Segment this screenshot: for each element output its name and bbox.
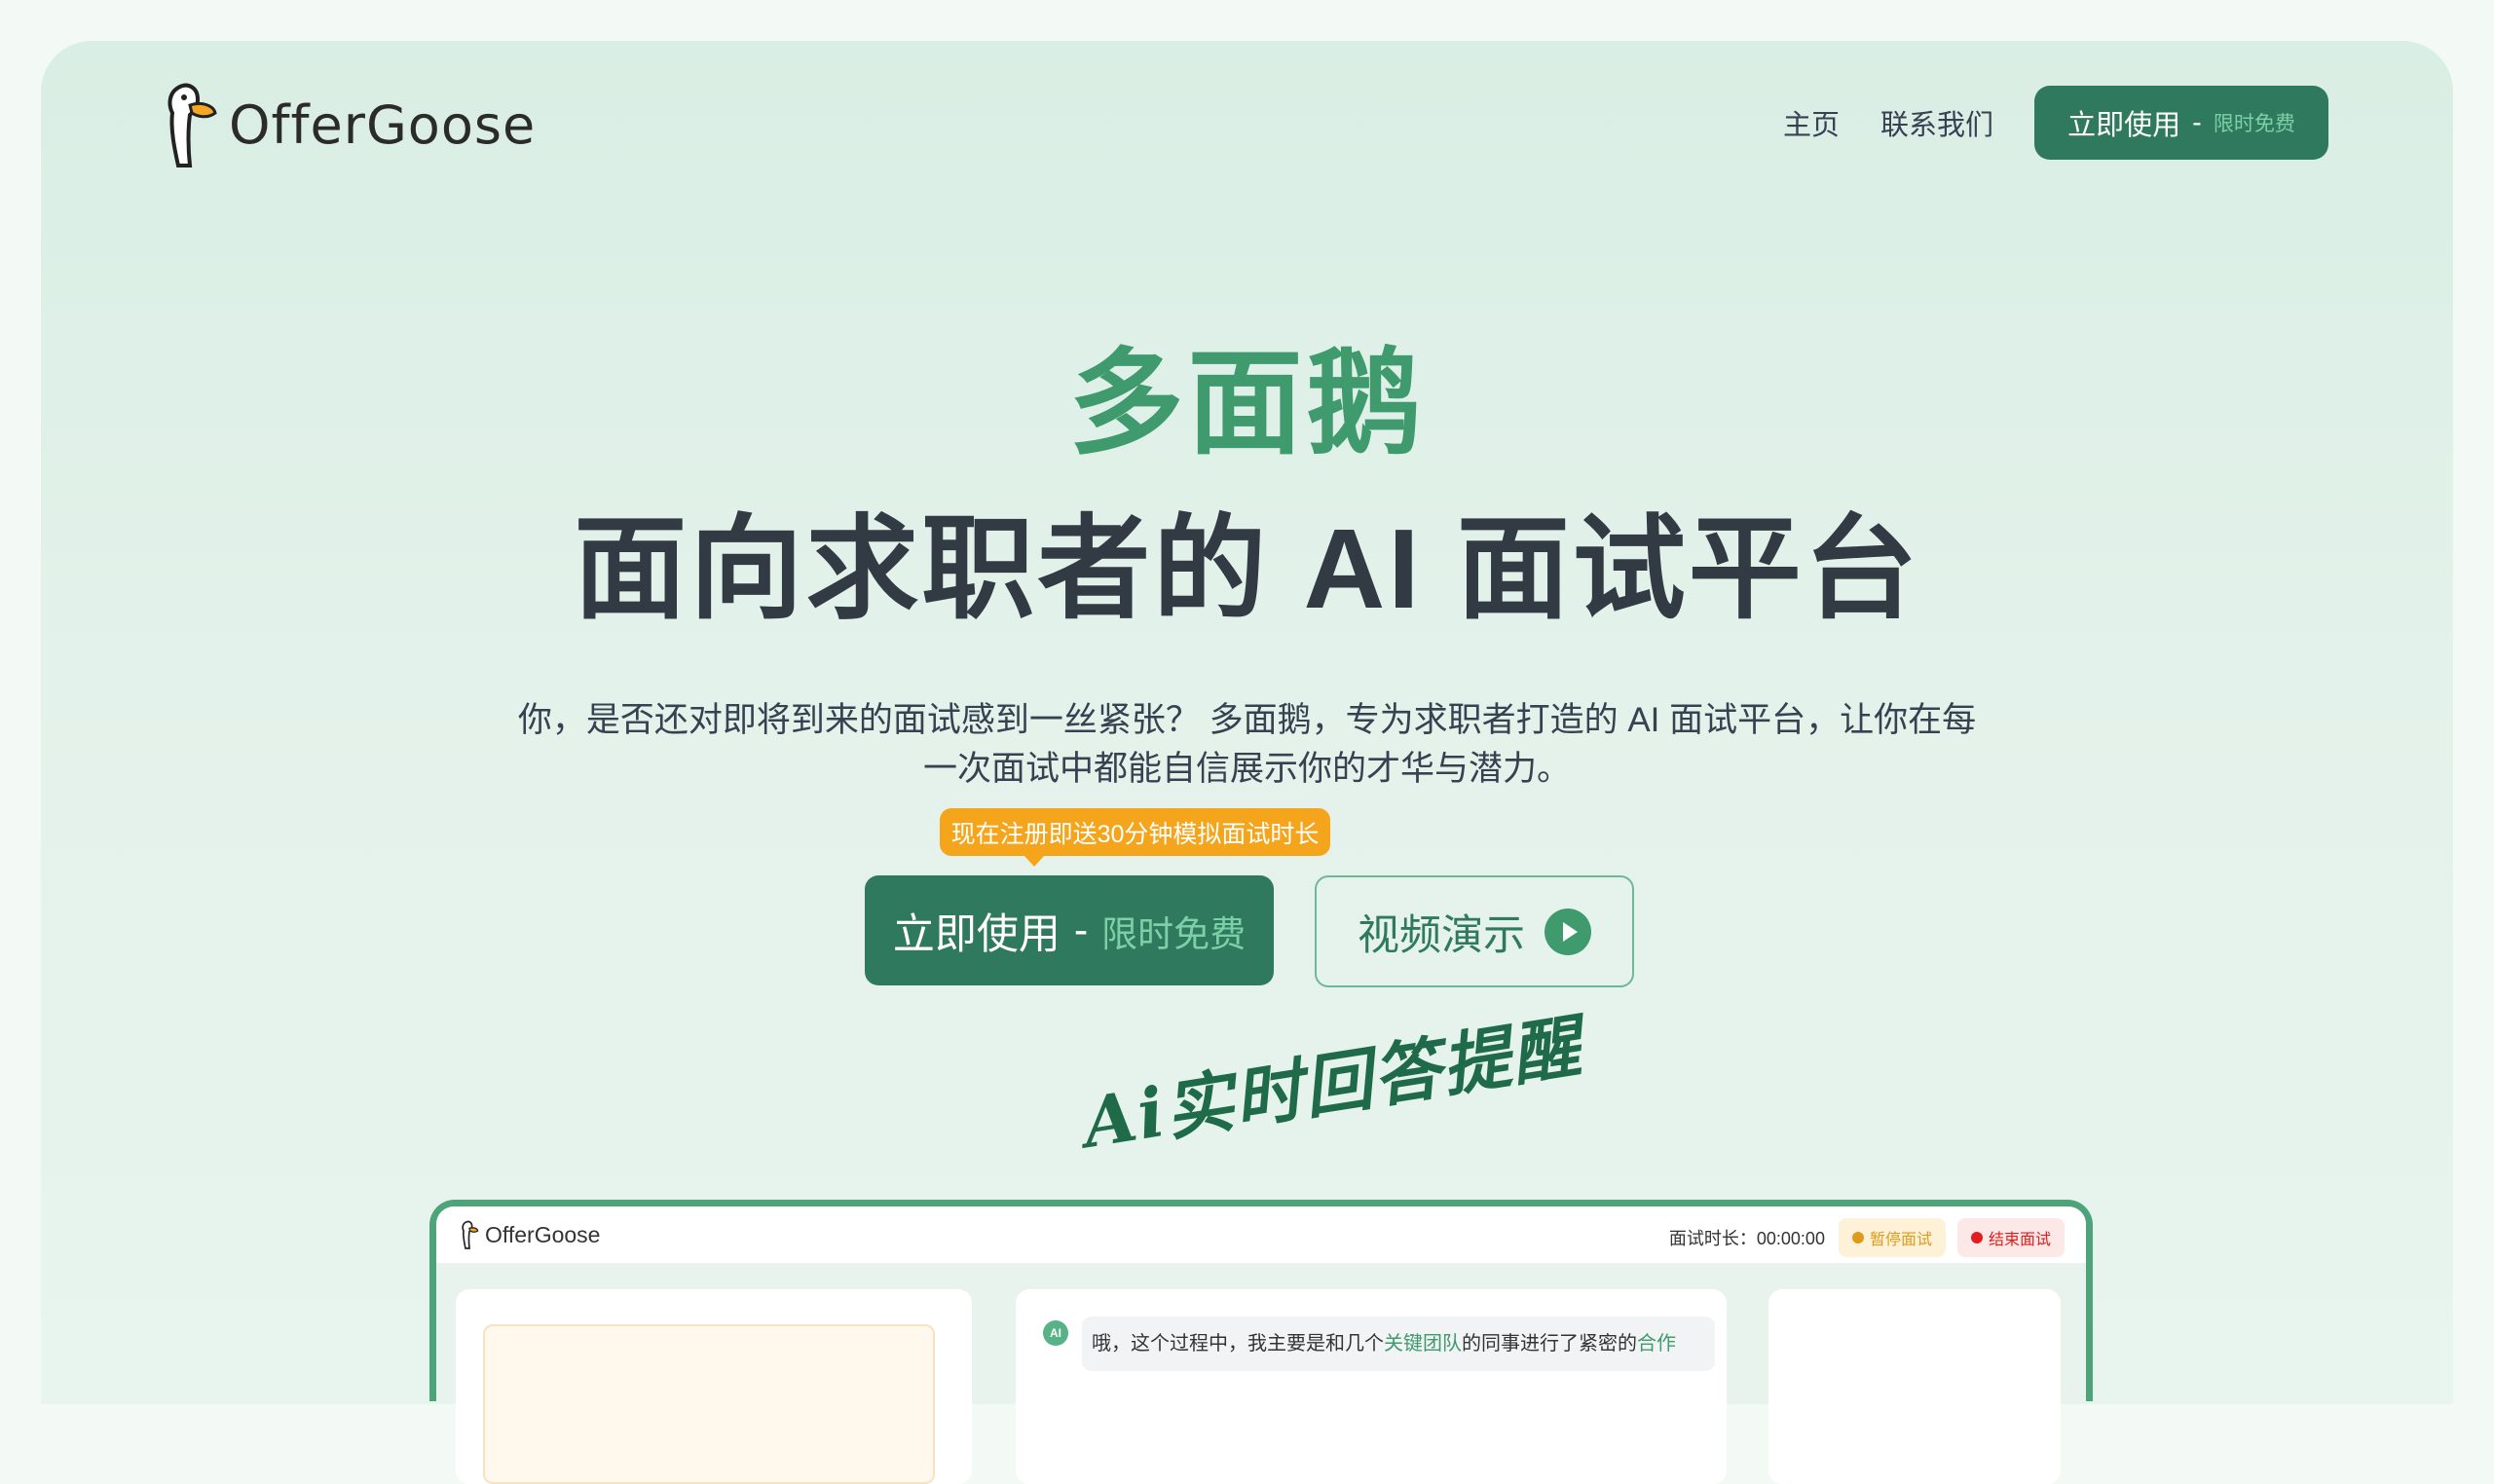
demo-header: OfferGoose 面试时长：00:00:00 暂停面试 结束面试 [436,1206,2086,1263]
hero-title: 面向求职者的 AI 面试平台 [574,505,1920,632]
logo-text: OfferGoose [229,93,537,156]
demo-left-panel [456,1289,972,1484]
video-demo-button[interactable]: 视频演示 [1315,875,1634,987]
end-interview-label: 结束面试 [1988,1232,2051,1248]
goose-logo-icon [462,1220,479,1249]
end-interview-button[interactable]: 结束面试 [1956,1218,2065,1257]
start-now-sub: 限时免费 [1101,913,1247,954]
header-cta-sub: 限时免费 [2213,113,2295,135]
hero-description-line1: 你，是否还对即将到来的面试感到一丝紧张？ 多面鹅，专为求职者打造的 AI 面试平… [517,701,1977,739]
demo-controls: 面试时长：00:00:00 暂停面试 结束面试 [1669,1218,2065,1257]
video-demo-label: 视频演示 [1358,911,1525,959]
play-icon [1545,908,1591,955]
product-demo-window: OfferGoose 面试时长：00:00:00 暂停面试 结束面试 AI 哦，… [429,1200,2093,1484]
nav-contact-link[interactable]: 联系我们 [1880,102,1993,143]
pause-interview-label: 暂停面试 [1869,1232,1932,1248]
goose-logo-icon [168,83,217,167]
start-now-separator: - [1073,907,1089,953]
pause-icon [1851,1232,1864,1243]
pause-interview-button[interactable]: 暂停面试 [1838,1218,1946,1257]
top-nav: 主页 联系我们 立即使用 - 限时免费 [1783,86,2328,160]
demo-logo-text: OfferGoose [485,1221,601,1247]
header-cta-label: 立即使用 [2067,110,2181,141]
nav-home-link[interactable]: 主页 [1783,102,1840,143]
hero-brand-name: 多面鹅 [1068,340,1426,468]
message-highlight-1: 关键团队 [1384,1333,1462,1354]
message-text-2: 的同事进行了紧密的 [1462,1333,1637,1354]
interview-timer: 面试时长：00:00:00 [1668,1229,1825,1248]
stop-icon [1970,1232,1983,1243]
promo-tag: 现在注册即送30分钟模拟面试时长 [940,808,1330,867]
ai-avatar-icon: AI [1043,1320,1068,1346]
header-cta-separator: - [2192,106,2202,138]
demo-logo: OfferGoose [460,1219,600,1250]
demo-right-panel [1768,1289,2061,1484]
message-highlight-2: 合作 [1637,1333,1676,1354]
hero-description-line2: 一次面试中都能自信展示你的才华与潜力。 [922,750,1571,788]
demo-question-card [483,1324,935,1484]
start-now-label: 立即使用 [892,910,1061,958]
brand-logo[interactable]: OfferGoose [161,80,536,169]
hero-description: 你，是否还对即将到来的面试感到一丝紧张？ 多面鹅，专为求职者打造的 AI 面试平… [0,696,2494,794]
header-cta-button[interactable]: 立即使用 - 限时免费 [2034,86,2328,160]
message-text-1: 哦，这个过程中，我主要是和几个 [1092,1333,1384,1354]
start-now-button[interactable]: 立即使用 - 限时免费 [865,875,1274,985]
demo-chat-panel: AI 哦，这个过程中，我主要是和几个关键团队的同事进行了紧密的合作 [1016,1289,1727,1484]
